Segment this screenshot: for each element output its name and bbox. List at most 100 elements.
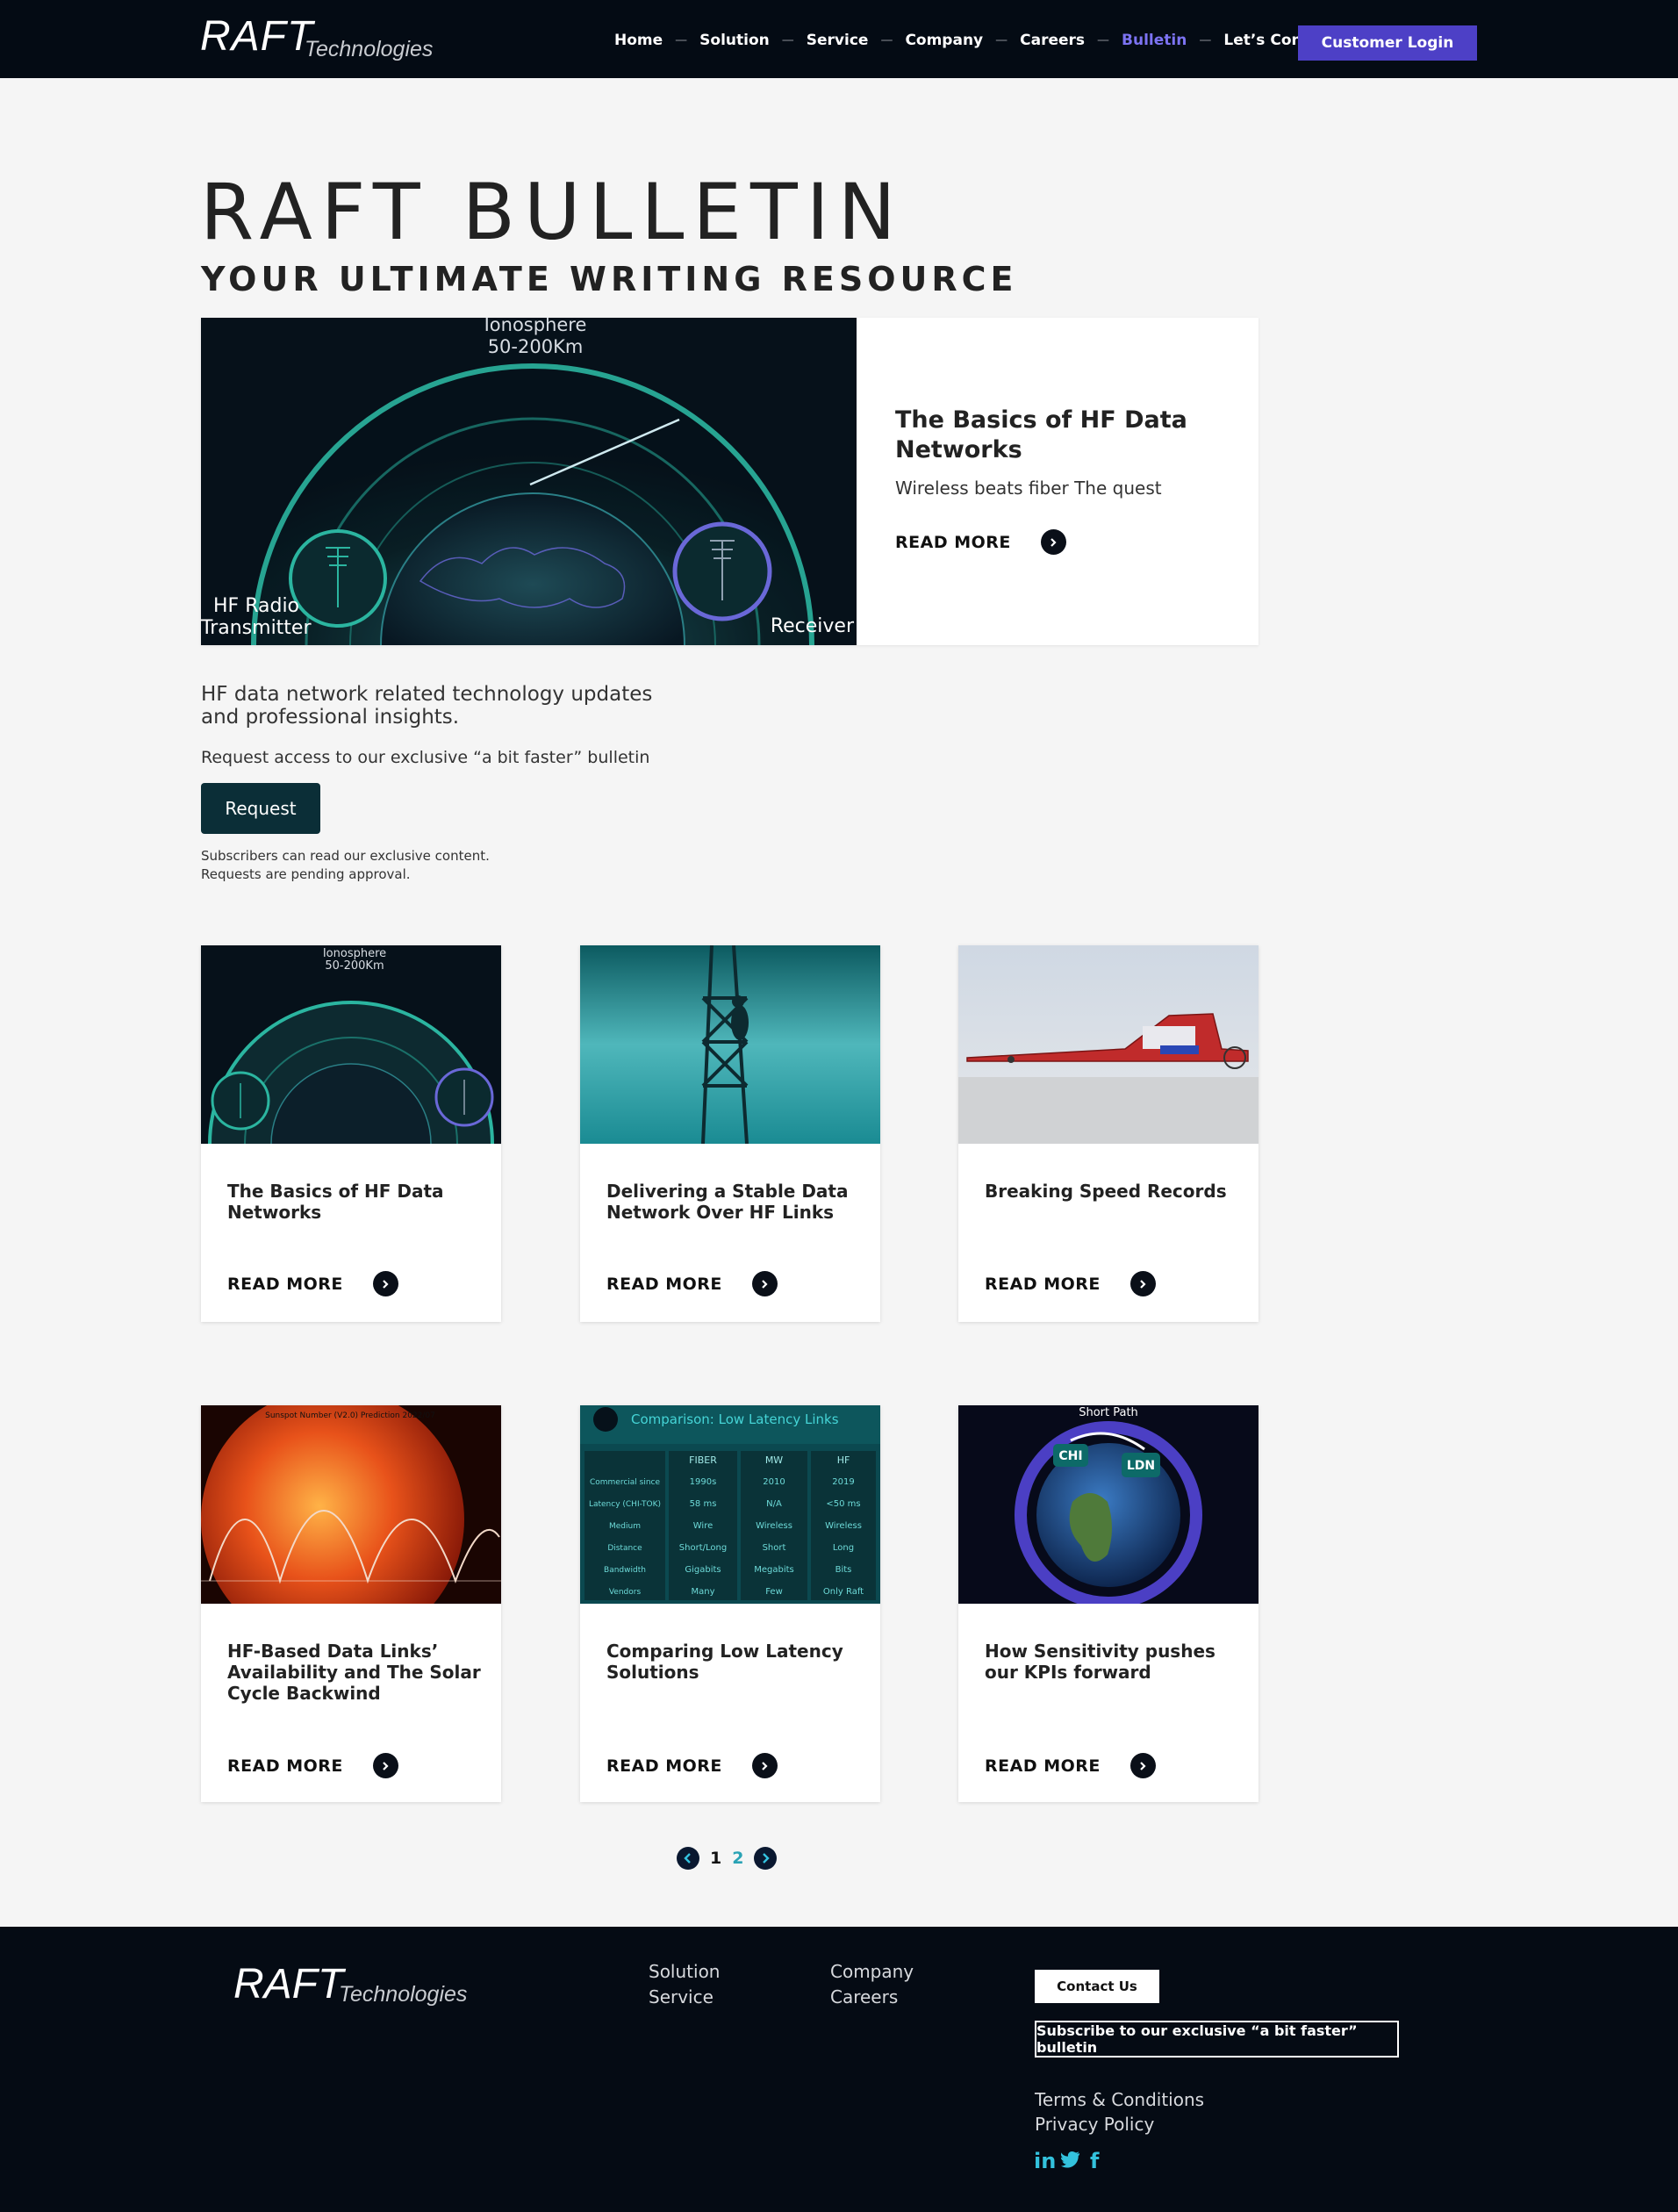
read-more-link[interactable]: READ MORE [227,1753,398,1778]
read-more-link[interactable]: READ MORE [985,1271,1156,1296]
article-card-title[interactable]: HF-Based Data Links’ Availability and Th… [227,1641,482,1704]
article-card[interactable]: Sunspot Number (V2.0) Prediction 2022/07… [201,1405,501,1802]
comparison-cell: Short [763,1543,786,1553]
contact-us-button[interactable]: Contact Us [1035,1970,1159,2003]
comparison-header: MW [765,1454,783,1466]
article-card-image[interactable] [580,945,880,1144]
bulletin-intro: HF data network related technology updat… [201,683,653,729]
page-2[interactable]: 2 [732,1849,743,1868]
read-more-link[interactable]: READ MORE [985,1753,1156,1778]
privacy-link[interactable]: Privacy Policy [1035,2114,1154,2135]
featured-article-description: Wireless beats fiber The quest [895,478,1162,499]
read-more-link[interactable]: READ MORE [606,1271,778,1296]
footer-link-careers[interactable]: Careers [830,1986,898,2007]
prev-page-button[interactable] [677,1847,699,1870]
subscribe-button[interactable]: Subscribe to our exclusive “a bit faster… [1035,2021,1399,2058]
main-nav: Home — Solution — Service — Company — Career… [614,32,1338,49]
article-card[interactable]: Breaking Speed Records READ MORE [958,945,1258,1322]
article-card-title[interactable]: Delivering a Stable Data Network Over HF… [606,1181,861,1223]
card-image-label: Ionosphere [323,947,386,960]
article-card-title[interactable]: Comparing Low Latency Solutions [606,1641,861,1683]
linkedin-icon[interactable]: in [1034,2149,1056,2173]
site-header: RAFT Technologies Home — Solution — Servic… [0,0,1678,78]
footer-link-company[interactable]: Company [830,1961,914,1982]
read-more-label: READ MORE [895,532,1011,552]
card-image-label: 50-200Km [325,959,384,973]
read-more-link[interactable]: READ MORE [227,1271,398,1296]
comparison-cell: Vendors [609,1588,642,1597]
arrow-right-icon [751,1753,778,1778]
request-button[interactable]: Request [201,783,320,834]
nav-solution[interactable]: Solution [699,32,770,49]
featured-article-image[interactable]: Ionosphere 50-200Km HF Radio Transmitter… [201,318,857,645]
article-card-title[interactable]: Breaking Speed Records [985,1181,1239,1202]
article-card-image[interactable]: Comparison: Low Latency Links FIBER MW HF C… [580,1405,880,1604]
article-card[interactable]: Short Path CHI LDN How Sensitivity pushe… [958,1405,1258,1802]
pagination: 1 2 [677,1847,778,1870]
comparison-cell: Only Raft [823,1587,864,1597]
facebook-icon[interactable]: f [1090,2149,1099,2173]
card-image-label: Sunspot Number (V2.0) Prediction 2022/07 [265,1411,435,1420]
footer-link-solution[interactable]: Solution [649,1961,720,1982]
read-more-label: READ MORE [227,1756,343,1776]
article-card[interactable]: Comparison: Low Latency Links FIBER MW HF C… [580,1405,880,1802]
comparison-cell: Many [691,1587,714,1597]
article-card-title[interactable]: How Sensitivity pushes our KPIs forward [985,1641,1239,1683]
image-label-receiver: Receiver [771,615,855,637]
site-footer: RAFT Technologies Solution Service Compa… [0,1927,1678,2212]
card-image-label: CHI [1058,1449,1082,1463]
twitter-icon[interactable] [1060,2149,1080,2173]
arrow-right-icon [372,1271,398,1296]
featured-article[interactable]: Ionosphere 50-200Km HF Radio Transmitter… [201,318,1258,645]
article-card[interactable]: Ionosphere 50-200Km The Basics of HF Dat… [201,945,501,1322]
nav-separator: — [880,33,893,47]
terms-link[interactable]: Terms & Conditions [1035,2089,1204,2110]
nav-bulletin[interactable]: Bulletin [1122,32,1187,49]
logo-subtitle: Technologies [305,37,434,61]
article-card-image[interactable]: Ionosphere 50-200Km [201,945,501,1144]
read-more-label: READ MORE [606,1756,722,1776]
arrow-right-icon [1129,1271,1156,1296]
footer-link-service[interactable]: Service [649,1986,714,2007]
chevron-left-icon [684,1853,691,1864]
comparison-cell: 2010 [763,1477,785,1487]
nav-home[interactable]: Home [614,32,663,49]
article-card[interactable]: Delivering a Stable Data Network Over HF… [580,945,880,1322]
logo[interactable]: RAFT [200,12,313,61]
next-page-button[interactable] [754,1847,778,1870]
comparison-cell: Wireless [825,1521,862,1531]
comparison-cell: Distance [607,1544,642,1553]
card-image-label: Short Path [1079,1406,1138,1419]
comparison-cell: Long [833,1543,854,1553]
featured-article-title[interactable]: The Basics of HF Data Networks [895,406,1211,465]
comparison-cell: 1990s [690,1477,717,1487]
featured-read-more-link[interactable]: READ MORE [895,529,1066,555]
article-card-image[interactable] [958,945,1258,1144]
customer-login-button[interactable]: Customer Login [1298,25,1477,61]
comparison-cell: 58 ms [690,1499,717,1509]
read-more-label: READ MORE [227,1274,343,1294]
nav-careers[interactable]: Careers [1020,32,1085,49]
nav-service[interactable]: Service [807,32,869,49]
article-card-title[interactable]: The Basics of HF Data Networks [227,1181,482,1223]
comparison-cell: Few [765,1587,783,1597]
request-access-text: Request access to our exclusive “a bit f… [201,748,650,767]
page-1[interactable]: 1 [710,1849,721,1868]
comparison-cell: N/A [766,1499,782,1509]
article-card-image[interactable]: Sunspot Number (V2.0) Prediction 2022/07 [201,1405,501,1604]
read-more-link[interactable]: READ MORE [606,1753,778,1778]
read-more-label: READ MORE [985,1756,1101,1776]
footer-logo[interactable]: RAFT [233,1960,343,2008]
comparison-cell: Wireless [756,1521,792,1531]
comparison-cell: Latency (CHI-TOK) [589,1500,661,1509]
comparison-cell: Gigabits [685,1565,721,1575]
image-label-transmitter-2: Transmitter [201,617,312,639]
card-image-label: LDN [1127,1459,1155,1473]
comparison-header: FIBER [689,1454,717,1466]
comparison-cell: Bandwidth [604,1566,646,1575]
nav-company[interactable]: Company [905,32,983,49]
nav-separator: — [995,33,1008,47]
read-more-label: READ MORE [606,1274,722,1294]
comparison-cell: Short/Long [679,1543,727,1553]
article-card-image[interactable]: Short Path CHI LDN [958,1405,1258,1604]
